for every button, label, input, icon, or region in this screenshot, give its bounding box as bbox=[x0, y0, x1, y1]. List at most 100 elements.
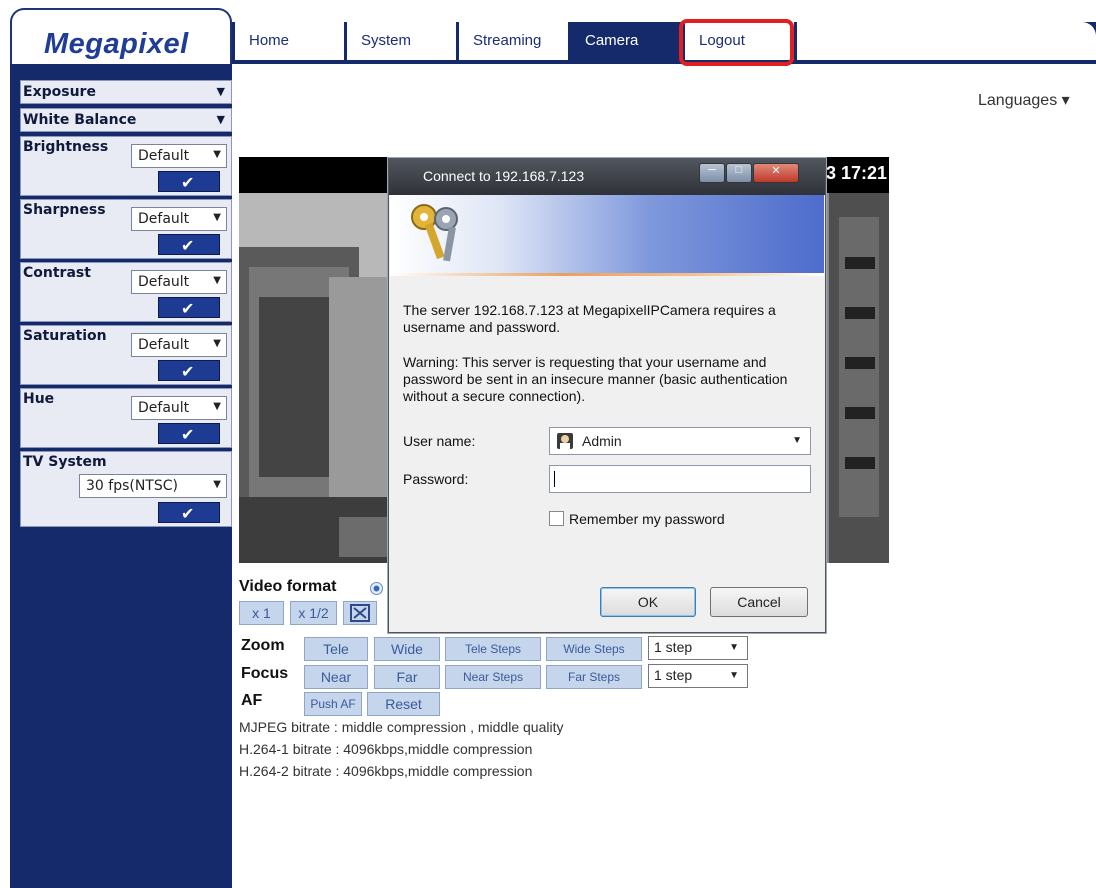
checkmark-icon: ✔ bbox=[181, 175, 195, 192]
remember-password-label[interactable]: Remember my password bbox=[569, 511, 725, 527]
sharpness-select[interactable]: Default ▼ bbox=[131, 207, 227, 231]
tab-home[interactable]: Home bbox=[232, 22, 344, 60]
scale-x1-button[interactable]: x 1 bbox=[239, 601, 284, 625]
chevron-down-icon: ▼ bbox=[213, 338, 221, 349]
login-dialog: Connect to 192.168.7.123 ─ □ ✕ The serve… bbox=[388, 158, 826, 633]
top-navigation: Home System Streaming Camera Logout bbox=[232, 22, 1096, 64]
sharpness-value: Default bbox=[138, 211, 190, 227]
contrast-apply-button[interactable]: ✔ bbox=[158, 297, 220, 318]
chevron-down-icon: ▼ bbox=[216, 113, 225, 126]
password-input[interactable] bbox=[549, 465, 811, 493]
h264-1-bitrate-info: H.264-1 bitrate : 4096kbps,middle compre… bbox=[239, 741, 533, 757]
username-value: Admin bbox=[582, 433, 622, 449]
tab-logout[interactable]: Logout bbox=[682, 22, 794, 60]
brightness-group: Brightness Default ▼ ✔ bbox=[20, 136, 232, 196]
af-reset-button[interactable]: Reset bbox=[367, 692, 440, 716]
video-format-radio[interactable] bbox=[370, 582, 383, 595]
chevron-down-icon: ▼ bbox=[729, 642, 739, 653]
brightness-apply-button[interactable]: ✔ bbox=[158, 171, 220, 192]
tv-system-group: TV System 30 fps(NTSC) ▼ ✔ bbox=[20, 451, 232, 527]
zoom-step-select[interactable]: 1 step ▼ bbox=[648, 636, 748, 660]
dialog-message: The server 192.168.7.123 at MegapixelIPC… bbox=[403, 302, 776, 335]
sharpness-label: Sharpness bbox=[23, 202, 106, 218]
focus-far-button[interactable]: Far bbox=[374, 665, 440, 689]
focus-near-steps-button[interactable]: Near Steps bbox=[445, 665, 541, 689]
sidebar: Exposure ▼ White Balance ▼ Brightness De… bbox=[10, 64, 232, 888]
close-button[interactable]: ✕ bbox=[753, 163, 799, 183]
tab-camera[interactable]: Camera bbox=[568, 22, 682, 60]
dialog-banner bbox=[390, 195, 824, 273]
tab-system[interactable]: System bbox=[344, 22, 456, 60]
camera-web-page: Megapixel Home System Streaming Camera L… bbox=[0, 0, 1096, 888]
minimize-button[interactable]: ─ bbox=[699, 163, 725, 183]
zoom-wide-button[interactable]: Wide bbox=[374, 637, 440, 661]
focus-step-select[interactable]: 1 step ▼ bbox=[648, 664, 748, 688]
checkmark-icon: ✔ bbox=[181, 301, 195, 318]
hue-label: Hue bbox=[23, 391, 55, 407]
zoom-label: Zoom bbox=[241, 637, 285, 654]
text-cursor bbox=[554, 471, 555, 487]
maximize-icon: □ bbox=[735, 164, 743, 176]
focus-near-button[interactable]: Near bbox=[304, 665, 368, 689]
sharpness-group: Sharpness Default ▼ ✔ bbox=[20, 199, 232, 259]
contrast-group: Contrast Default ▼ ✔ bbox=[20, 262, 232, 322]
tv-system-label: TV System bbox=[23, 454, 107, 470]
nav-spacer bbox=[794, 22, 1096, 60]
dialog-warning: Warning: This server is requesting that … bbox=[403, 354, 788, 404]
af-label: AF bbox=[241, 692, 263, 709]
contrast-select[interactable]: Default ▼ bbox=[131, 270, 227, 294]
saturation-group: Saturation Default ▼ ✔ bbox=[20, 325, 232, 385]
hue-value: Default bbox=[138, 400, 190, 416]
menu-exposure-label: Exposure bbox=[23, 84, 96, 100]
hue-apply-button[interactable]: ✔ bbox=[158, 423, 220, 444]
contrast-value: Default bbox=[138, 274, 190, 290]
menu-white-balance-label: White Balance bbox=[23, 112, 137, 128]
video-format-label: Video format bbox=[239, 578, 337, 595]
contrast-label: Contrast bbox=[23, 265, 91, 281]
brightness-select[interactable]: Default ▼ bbox=[131, 144, 227, 168]
maximize-button[interactable]: □ bbox=[726, 163, 752, 183]
user-icon bbox=[557, 433, 573, 449]
scale-x-half-button[interactable]: x 1/2 bbox=[290, 601, 337, 625]
checkmark-icon: ✔ bbox=[181, 427, 195, 444]
chevron-down-icon: ▼ bbox=[213, 479, 221, 490]
saturation-apply-button[interactable]: ✔ bbox=[158, 360, 220, 381]
fullscreen-icon bbox=[350, 604, 370, 622]
saturation-label: Saturation bbox=[23, 328, 107, 344]
logo-tab: Megapixel bbox=[10, 8, 232, 64]
dialog-titlebar[interactable]: Connect to 192.168.7.123 ─ □ ✕ bbox=[389, 159, 825, 195]
banner-divider bbox=[390, 273, 824, 276]
username-combobox[interactable]: Admin ▼ bbox=[549, 427, 811, 455]
cancel-button[interactable]: Cancel bbox=[710, 587, 808, 617]
mjpeg-bitrate-info: MJPEG bitrate : middle compression , mid… bbox=[239, 719, 564, 735]
zoom-tele-button[interactable]: Tele bbox=[304, 637, 368, 661]
remember-password-checkbox[interactable] bbox=[549, 511, 564, 526]
brand-logo: Megapixel bbox=[44, 28, 189, 60]
focus-step-value: 1 step bbox=[654, 667, 693, 683]
chevron-down-icon: ▼ bbox=[213, 275, 221, 286]
chevron-down-icon: ▼ bbox=[213, 212, 221, 223]
menu-white-balance[interactable]: White Balance ▼ bbox=[20, 108, 232, 132]
ok-button[interactable]: OK bbox=[600, 587, 696, 617]
tab-streaming[interactable]: Streaming bbox=[456, 22, 568, 60]
chevron-down-icon: ▼ bbox=[216, 85, 225, 98]
zoom-wide-steps-button[interactable]: Wide Steps bbox=[546, 637, 642, 661]
fullscreen-button[interactable] bbox=[343, 601, 377, 625]
tv-system-select[interactable]: 30 fps(NTSC) ▼ bbox=[79, 474, 227, 498]
checkmark-icon: ✔ bbox=[181, 364, 195, 381]
chevron-down-icon: ▼ bbox=[213, 149, 221, 160]
menu-exposure[interactable]: Exposure ▼ bbox=[20, 80, 232, 104]
zoom-tele-steps-button[interactable]: Tele Steps bbox=[445, 637, 541, 661]
sharpness-apply-button[interactable]: ✔ bbox=[158, 234, 220, 255]
languages-menu[interactable]: Languages ▾ bbox=[978, 90, 1070, 110]
hue-select[interactable]: Default ▼ bbox=[131, 396, 227, 420]
checkmark-icon: ✔ bbox=[181, 238, 195, 255]
chevron-down-icon: ▼ bbox=[792, 435, 802, 446]
focus-far-steps-button[interactable]: Far Steps bbox=[546, 665, 642, 689]
chevron-down-icon: ▼ bbox=[213, 401, 221, 412]
push-af-button[interactable]: Push AF bbox=[304, 692, 362, 716]
zoom-step-value: 1 step bbox=[654, 639, 693, 655]
tv-system-apply-button[interactable]: ✔ bbox=[158, 502, 220, 523]
h264-2-bitrate-info: H.264-2 bitrate : 4096kbps,middle compre… bbox=[239, 763, 533, 779]
saturation-select[interactable]: Default ▼ bbox=[131, 333, 227, 357]
